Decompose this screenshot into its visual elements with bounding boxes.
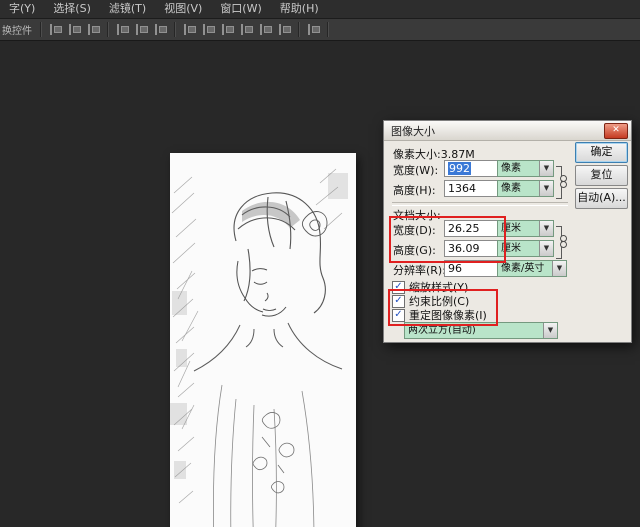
dialog-titlebar[interactable]: 图像大小 xyxy=(384,121,631,141)
image-size-dialog: 图像大小 ✕ 像素大小:3.87M 宽度(W): 992 像素 ▼ 高度(H):… xyxy=(383,120,632,343)
pixel-height-unit-dropdown[interactable]: 像素 ▼ xyxy=(497,180,554,197)
toolbar-separator xyxy=(107,22,109,37)
doc-height-label: 高度(G): xyxy=(393,242,436,258)
resample-image-checkbox[interactable]: ✓ 重定图像像素(I) xyxy=(392,307,487,323)
pixel-width-value: 992 xyxy=(448,162,471,175)
pixel-width-unit-dropdown[interactable]: 像素 ▼ xyxy=(497,160,554,177)
align-vertical-centers-icon[interactable] xyxy=(66,22,83,37)
show-transform-controls-label[interactable]: 换控件 xyxy=(2,22,32,37)
resolution-value: 96 xyxy=(448,262,462,275)
toolbar-separator xyxy=(40,22,42,37)
doc-size-heading: 文档大小: xyxy=(393,207,441,223)
pixel-height-value: 1364 xyxy=(448,182,476,195)
menu-help[interactable]: 帮助(H) xyxy=(271,0,328,18)
toolbar-separator xyxy=(174,22,176,37)
ok-button[interactable]: 确定 xyxy=(575,142,628,163)
section-separator xyxy=(392,202,568,206)
toolbar-separator xyxy=(298,22,300,37)
resolution-unit: 像素/英寸 xyxy=(498,261,552,276)
align-horizontal-centers-icon[interactable] xyxy=(133,22,150,37)
align-left-edges-icon[interactable] xyxy=(114,22,131,37)
chevron-down-icon: ▼ xyxy=(543,323,557,338)
doc-height-unit-dropdown[interactable]: 厘米 ▼ xyxy=(497,240,554,257)
checkbox-check-icon: ✓ xyxy=(392,281,405,294)
resolution-input[interactable]: 96 xyxy=(444,260,498,277)
distribute-right-edges-icon[interactable] xyxy=(276,22,293,37)
doc-width-unit: 厘米 xyxy=(498,221,539,236)
menu-type[interactable]: 字(Y) xyxy=(0,0,44,18)
doc-width-label: 宽度(D): xyxy=(393,222,436,238)
chevron-down-icon: ▼ xyxy=(539,241,553,256)
resolution-label: 分辨率(R): xyxy=(393,262,446,278)
doc-width-unit-dropdown[interactable]: 厘米 ▼ xyxy=(497,220,554,237)
align-bottom-edges-icon[interactable] xyxy=(85,22,102,37)
checkbox-check-icon: ✓ xyxy=(392,309,405,322)
align-top-edges-icon[interactable] xyxy=(47,22,64,37)
dialog-title: 图像大小 xyxy=(391,123,435,139)
distribute-top-edges-icon[interactable] xyxy=(181,22,198,37)
reset-button[interactable]: 复位 xyxy=(575,165,628,186)
doc-width-input[interactable]: 26.25 xyxy=(444,220,498,237)
align-right-edges-icon[interactable] xyxy=(152,22,169,37)
doc-height-value: 36.09 xyxy=(448,242,480,255)
pixel-width-input[interactable]: 992 xyxy=(444,160,498,177)
distribute-vertical-centers-icon[interactable] xyxy=(200,22,217,37)
distribute-bottom-edges-icon[interactable] xyxy=(219,22,236,37)
chevron-down-icon: ▼ xyxy=(539,161,553,176)
checkbox-check-icon: ✓ xyxy=(392,295,405,308)
resample-image-label: 重定图像像素(I) xyxy=(409,307,487,323)
sketch-image xyxy=(170,153,356,527)
pixel-height-label: 高度(H): xyxy=(393,182,436,198)
doc-height-unit: 厘米 xyxy=(498,241,539,256)
link-chain-icon xyxy=(560,175,567,187)
pixel-height-input[interactable]: 1364 xyxy=(444,180,498,197)
chevron-down-icon: ▼ xyxy=(552,261,566,276)
auto-align-layers-icon[interactable] xyxy=(305,22,322,37)
menu-bar: 字(Y) 选择(S) 滤镜(T) 视图(V) 窗口(W) 帮助(H) xyxy=(0,0,640,19)
distribute-horizontal-centers-icon[interactable] xyxy=(257,22,274,37)
menu-view[interactable]: 视图(V) xyxy=(155,0,211,18)
resample-method-value: 两次立方(自动) xyxy=(405,323,543,338)
resolution-unit-dropdown[interactable]: 像素/英寸 ▼ xyxy=(497,260,567,277)
document-canvas[interactable] xyxy=(170,153,356,527)
pixel-height-unit: 像素 xyxy=(498,181,539,196)
chevron-down-icon: ▼ xyxy=(539,181,553,196)
menu-select[interactable]: 选择(S) xyxy=(44,0,100,18)
doc-width-value: 26.25 xyxy=(448,222,480,235)
photoshop-window: 字(Y) 选择(S) 滤镜(T) 视图(V) 窗口(W) 帮助(H) 换控件 xyxy=(0,0,640,527)
chevron-down-icon: ▼ xyxy=(539,221,553,236)
close-icon[interactable]: ✕ xyxy=(604,123,628,139)
toolbar-separator xyxy=(327,22,329,37)
menu-window[interactable]: 窗口(W) xyxy=(211,0,270,18)
resample-method-dropdown[interactable]: 两次立方(自动) ▼ xyxy=(404,322,558,339)
link-chain-icon xyxy=(560,235,567,247)
auto-button[interactable]: 自动(A)... xyxy=(575,188,628,209)
pixel-width-label: 宽度(W): xyxy=(393,162,438,178)
distribute-left-edges-icon[interactable] xyxy=(238,22,255,37)
doc-height-input[interactable]: 36.09 xyxy=(444,240,498,257)
options-bar: 换控件 xyxy=(0,19,640,41)
pixel-width-unit: 像素 xyxy=(498,161,539,176)
menu-filter[interactable]: 滤镜(T) xyxy=(100,0,155,18)
